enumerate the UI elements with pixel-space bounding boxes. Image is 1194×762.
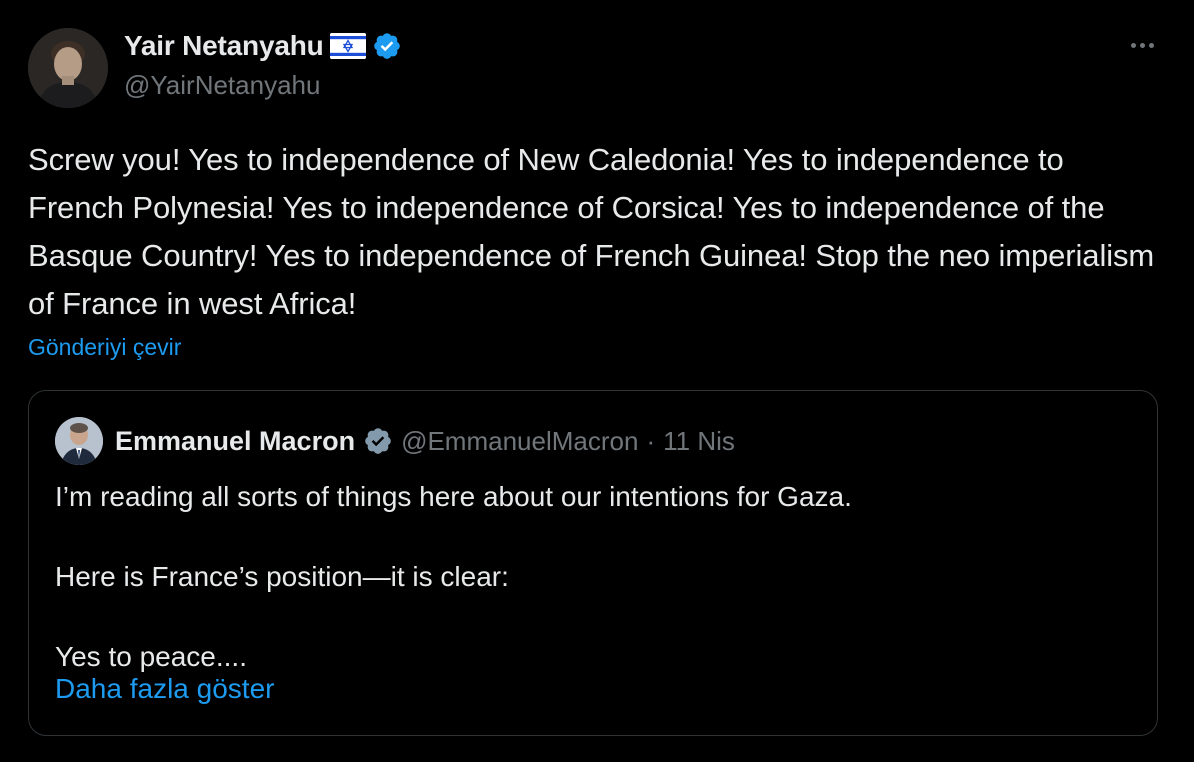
author-handle[interactable]: @YairNetanyahu [124,70,320,101]
quoted-text-line [55,597,1125,637]
quoted-tweet-card[interactable]: Emmanuel Macron @EmmanuelMacron · 11 Nis… [28,390,1158,736]
quoted-tweet-header: Emmanuel Macron @EmmanuelMacron · 11 Nis [55,417,735,465]
author-name-row: Yair Netanyahu [124,28,402,64]
author-name[interactable]: Yair Netanyahu [124,30,324,62]
quoted-text-line: I’m reading all sorts of things here abo… [55,481,852,512]
quoted-tweet-text: I’m reading all sorts of things here abo… [55,477,1125,677]
author-avatar-image [28,28,108,108]
verified-badge-icon[interactable] [363,426,393,456]
quoted-author-name[interactable]: Emmanuel Macron [115,426,355,457]
quoted-tweet-date[interactable]: 11 Nis [663,426,735,457]
quoted-text-line [55,517,1125,557]
tweet: Yair Netanyahu @YairNetanyahu Screw you!… [0,0,1194,762]
israel-flag-icon [329,33,366,59]
tweet-text: Screw you! Yes to independence of New Ca… [28,142,1163,321]
more-options-icon[interactable] [1124,30,1160,60]
quoted-text-line: Yes to peace.... [55,641,247,672]
quoted-text-line: Here is France’s position—it is clear: [55,561,509,592]
translate-post-link[interactable]: Gönderiyi çevir [28,334,181,361]
quoted-author-avatar[interactable] [55,417,103,465]
show-more-link[interactable]: Daha fazla göster [55,673,274,705]
author-avatar[interactable] [28,28,108,108]
verified-badge-icon[interactable] [372,31,402,61]
header-separator: · [646,425,656,456]
quoted-author-handle[interactable]: @EmmanuelMacron [401,426,638,457]
